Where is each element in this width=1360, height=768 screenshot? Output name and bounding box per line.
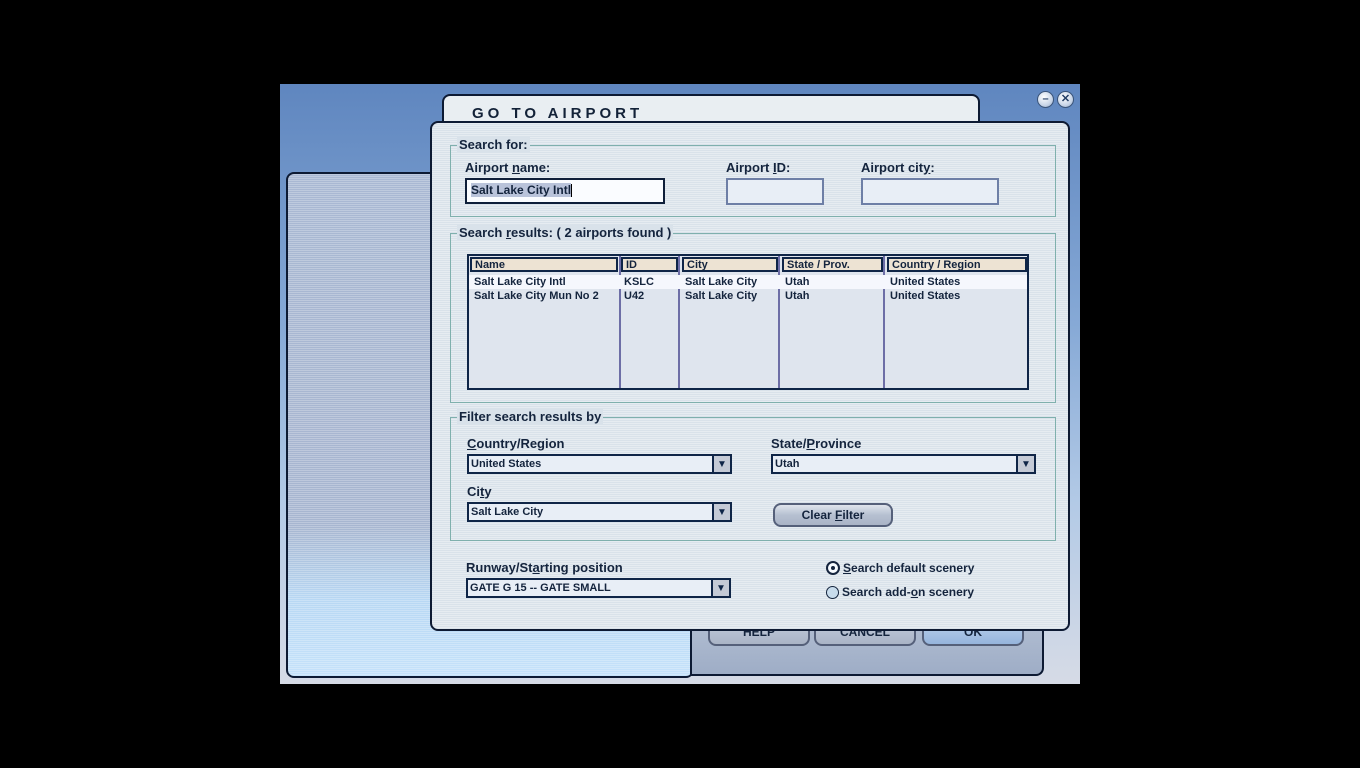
runway-value: GATE G 15 -- GATE SMALL (470, 582, 611, 594)
radio-checked-icon[interactable] (826, 561, 840, 575)
cell-country: United States (890, 290, 961, 302)
country-value: United States (471, 458, 542, 470)
airport-name-input[interactable]: Salt Lake City Intl (465, 178, 665, 204)
runway-label: Runway/Starting position (466, 560, 623, 575)
window-controls: – ✕ (1037, 91, 1074, 108)
minimize-button[interactable]: – (1037, 91, 1054, 108)
search-for-group: Search for: Airport name: Salt Lake City… (450, 137, 1056, 217)
flight-sim-screen: HELP CANCEL OK GO TO AIRPORT – ✕ Search … (280, 84, 1080, 684)
cell-name: Salt Lake City Mun No 2 (474, 290, 599, 302)
table-row[interactable]: Salt Lake City Mun No 2 U42 Salt Lake Ci… (469, 289, 1027, 303)
state-dropdown[interactable]: Utah ▼ (771, 454, 1036, 474)
chevron-down-icon[interactable]: ▼ (712, 504, 730, 520)
cell-country: United States (890, 276, 961, 288)
search-results-table[interactable]: Salt Lake City Intl KSLC Salt Lake City … (467, 254, 1029, 390)
minimize-icon: – (1042, 93, 1049, 105)
city-label: City (467, 484, 492, 499)
close-icon: ✕ (1060, 93, 1071, 105)
cell-name: Salt Lake City Intl (474, 276, 566, 288)
table-row[interactable]: Salt Lake City Intl KSLC Salt Lake City … (469, 275, 1027, 289)
go-to-airport-dialog: Search for: Airport name: Salt Lake City… (430, 121, 1070, 631)
close-button[interactable]: ✕ (1057, 91, 1074, 108)
filter-group: Filter search results by Country/Region … (450, 409, 1056, 541)
state-value: Utah (775, 458, 800, 470)
chevron-down-icon[interactable]: ▼ (712, 456, 730, 472)
search-results-group: Search results: ( 2 airports found ) Sal… (450, 225, 1056, 403)
search-for-legend: Search for: (457, 137, 530, 152)
state-label: State/Province (771, 436, 862, 451)
cell-city: Salt Lake City (685, 290, 758, 302)
country-dropdown[interactable]: United States ▼ (467, 454, 732, 474)
airport-city-label: Airport city: (861, 160, 935, 175)
radio-unchecked-icon[interactable] (826, 585, 839, 599)
airport-id-label: Airport ID: (726, 160, 791, 175)
country-label: Country/Region (467, 436, 565, 451)
airport-name-label: Airport name: (465, 160, 551, 175)
cell-id: U42 (624, 290, 645, 302)
clear-filter-button[interactable]: Clear Filter (773, 503, 893, 527)
chevron-down-icon[interactable]: ▼ (1016, 456, 1034, 472)
search-addon-scenery-option[interactable]: Search add-on scenery (826, 585, 974, 599)
search-addon-scenery-label: Search add-on scenery (842, 585, 975, 599)
runway-dropdown[interactable]: GATE G 15 -- GATE SMALL ▼ (466, 578, 731, 598)
text-caret (571, 184, 573, 198)
airport-name-value: Salt Lake City Intl (471, 183, 572, 197)
airport-id-input[interactable] (726, 178, 824, 205)
city-value: Salt Lake City (471, 506, 544, 518)
search-results-legend: Search results: ( 2 airports found ) (457, 225, 674, 240)
dialog-title: GO TO AIRPORT (472, 105, 644, 122)
search-default-scenery-option[interactable]: Search default scenery (826, 561, 974, 575)
header-state[interactable]: State / Prov. (782, 257, 883, 272)
header-city[interactable]: City (682, 257, 778, 272)
cell-state: Utah (785, 276, 810, 288)
cell-city: Salt Lake City (685, 276, 758, 288)
cell-id: KSLC (624, 276, 654, 288)
header-country[interactable]: Country / Region (887, 257, 1027, 272)
cell-state: Utah (785, 290, 810, 302)
header-id[interactable]: ID (621, 257, 678, 272)
chevron-down-icon[interactable]: ▼ (711, 580, 729, 596)
filter-legend: Filter search results by (457, 409, 604, 424)
search-default-scenery-label: Search default scenery (843, 561, 975, 575)
header-name[interactable]: Name (470, 257, 618, 272)
city-dropdown[interactable]: Salt Lake City ▼ (467, 502, 732, 522)
airport-city-input[interactable] (861, 178, 999, 205)
